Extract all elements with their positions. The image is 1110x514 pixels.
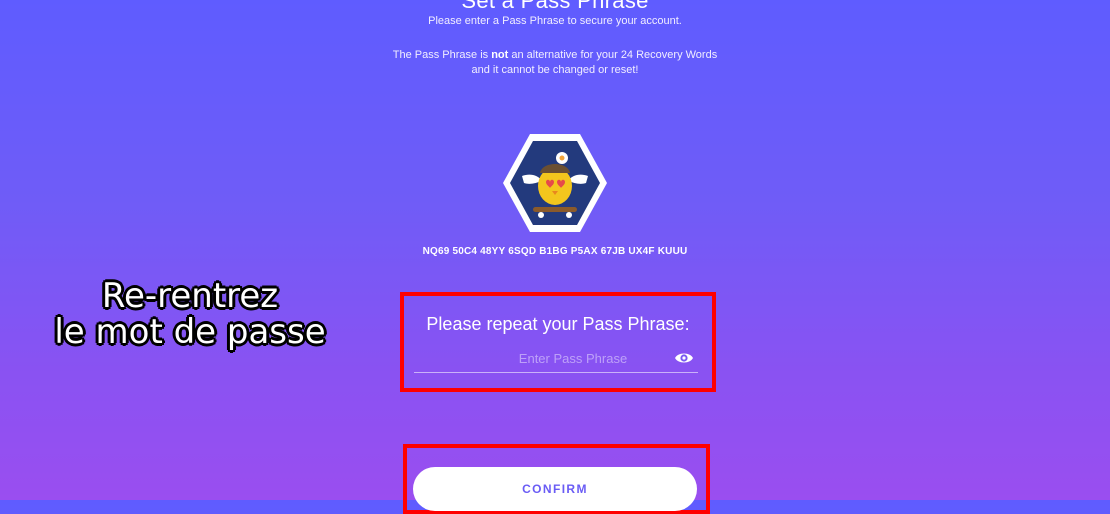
annotation-caption: Re-rentrez le mot de passe bbox=[40, 278, 340, 350]
highlight-box-input bbox=[400, 292, 716, 392]
annotation-line-1: Re-rentrez bbox=[101, 276, 279, 316]
page-title: Set a Pass Phrase bbox=[461, 0, 649, 13]
flying-chick-skateboard-avatar-icon bbox=[503, 134, 607, 232]
eye-icon[interactable] bbox=[674, 350, 694, 366]
page-subtitle: Please enter a Pass Phrase to secure you… bbox=[428, 15, 682, 27]
passphrase-field bbox=[414, 346, 698, 373]
passphrase-input[interactable] bbox=[414, 346, 698, 370]
annotation-line-2: le mot de passe bbox=[54, 312, 326, 352]
confirm-button[interactable]: CONFIRM bbox=[413, 467, 697, 511]
repeat-passphrase-label: Please repeat your Pass Phrase: bbox=[426, 314, 690, 334]
warning-text-start: The Pass Phrase is bbox=[392, 49, 492, 61]
account-avatar bbox=[500, 131, 610, 235]
warning-emphasis: not bbox=[491, 49, 509, 61]
account-address: NQ69 50C4 48YY 6SQD B1BG P5AX 67JB UX4F … bbox=[422, 246, 688, 257]
warning-text-end: an alternative for your 24 Recovery Word… bbox=[471, 49, 718, 76]
warning-text: The Pass Phrase is not an alternative fo… bbox=[390, 48, 720, 78]
